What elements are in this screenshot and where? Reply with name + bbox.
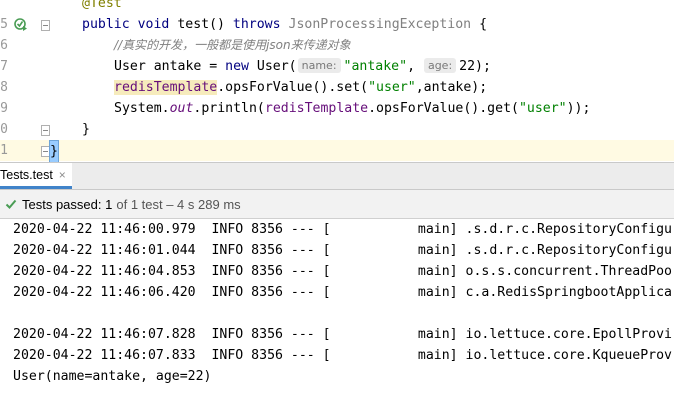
code-line: 0 } bbox=[0, 119, 674, 140]
code-text: User antake = bbox=[114, 59, 226, 74]
current-code-line: 1 } bbox=[0, 140, 674, 162]
keyword-new: new bbox=[225, 59, 249, 74]
code-text: ,antake); bbox=[415, 80, 488, 95]
tab-tests-test[interactable]: Tests.test × bbox=[0, 163, 72, 189]
close-icon[interactable]: × bbox=[59, 168, 66, 182]
console-line: 2020-04-22 11:46:01.044 INFO 8356 --- [ … bbox=[13, 243, 672, 258]
keyword-public: public bbox=[82, 17, 130, 32]
code-text: , bbox=[407, 59, 423, 74]
tab-label: Tests.test bbox=[0, 167, 53, 182]
console-line: 2020-04-22 11:46:06.420 INFO 8356 --- [ … bbox=[13, 285, 672, 300]
exception-type: JsonProcessingException bbox=[288, 17, 472, 32]
string-literal: "user" bbox=[518, 101, 567, 116]
keyword-void: void bbox=[137, 17, 170, 32]
code-comment: //真实的开发，一般都是使用json来传递对象 bbox=[114, 38, 351, 52]
run-tab-bar: Tests.test × bbox=[0, 162, 674, 190]
code-text: 22); bbox=[459, 59, 491, 74]
string-literal: "antake" bbox=[343, 59, 408, 74]
tests-passed-count: 1 bbox=[105, 196, 113, 212]
line-number: 9 bbox=[0, 101, 8, 116]
code-line: 5 public void test() throws JsonProcessi… bbox=[0, 14, 674, 35]
code-text: .println( bbox=[193, 101, 265, 116]
code-editor[interactable]: @Test 5 public void test() throws JsonPr… bbox=[0, 0, 674, 162]
matched-brace: } bbox=[49, 140, 59, 162]
field-redis-template: redisTemplate bbox=[264, 101, 369, 116]
console-line: 2020-04-22 11:46:07.828 INFO 8356 --- [ … bbox=[13, 327, 672, 342]
string-literal: "user" bbox=[368, 80, 416, 95]
method-name: test() bbox=[177, 17, 225, 32]
console-line: 2020-04-22 11:46:07.833 INFO 8356 --- [ … bbox=[13, 348, 672, 363]
code-line: 7 User antake = new User(name: "antake", … bbox=[0, 56, 674, 77]
console-output[interactable]: 2020-04-22 11:46:00.979 INFO 8356 --- [ … bbox=[0, 219, 674, 410]
fold-icon[interactable] bbox=[41, 20, 50, 31]
annotation-test: @Test bbox=[82, 0, 122, 11]
check-icon bbox=[5, 199, 17, 209]
console-line: 2020-04-22 11:46:00.979 INFO 8356 --- [ … bbox=[13, 222, 672, 237]
close-brace: } bbox=[82, 122, 90, 137]
code-text: .opsForValue().set( bbox=[217, 80, 369, 95]
run-test-icon[interactable] bbox=[14, 17, 28, 31]
param-hint-name: name: bbox=[297, 58, 341, 73]
code-line: 8 redisTemplate.opsForValue().set("user"… bbox=[0, 77, 674, 98]
set-statement: redisTemplate.opsForValue().set("user",a… bbox=[114, 77, 487, 98]
method-declaration: public void test() throws JsonProcessing… bbox=[82, 14, 487, 35]
keyword-throws: throws bbox=[232, 17, 281, 32]
line-number: 5 bbox=[0, 17, 8, 32]
test-status-bar: Tests passed: 1 of 1 test – 4 s 289 ms bbox=[0, 190, 674, 219]
fold-icon[interactable] bbox=[41, 125, 50, 136]
console-line: 2020-04-22 11:46:04.853 INFO 8356 --- [ … bbox=[13, 264, 672, 279]
line-number: 8 bbox=[0, 80, 8, 95]
code-text: System. bbox=[114, 101, 170, 116]
user-declaration: User antake = new User(name: "antake", ag… bbox=[114, 56, 491, 77]
tests-summary: of 1 test – 4 s 289 ms bbox=[116, 196, 241, 212]
code-line: @Test bbox=[0, 0, 674, 14]
line-number: 1 bbox=[0, 143, 8, 158]
code-text: User( bbox=[248, 59, 297, 74]
println-statement: System.out.println(redisTemplate.opsForV… bbox=[114, 98, 590, 119]
code-text: )); bbox=[566, 101, 591, 116]
field-redis-template: redisTemplate bbox=[114, 80, 218, 95]
code-text: .opsForValue().get( bbox=[368, 101, 519, 116]
code-line: 6 //真实的开发，一般都是使用json来传递对象 bbox=[0, 35, 674, 56]
open-brace: { bbox=[479, 17, 488, 32]
line-number: 7 bbox=[0, 59, 8, 74]
line-number: 0 bbox=[0, 122, 8, 137]
field-out: out bbox=[169, 101, 194, 116]
param-hint-age: age: bbox=[423, 58, 457, 73]
tests-passed-label: Tests passed: bbox=[22, 196, 102, 212]
console-output-result: User(name=antake, age=22) bbox=[13, 369, 212, 384]
code-line: 9 System.out.println(redisTemplate.opsFo… bbox=[0, 98, 674, 119]
line-number: 6 bbox=[0, 38, 8, 53]
